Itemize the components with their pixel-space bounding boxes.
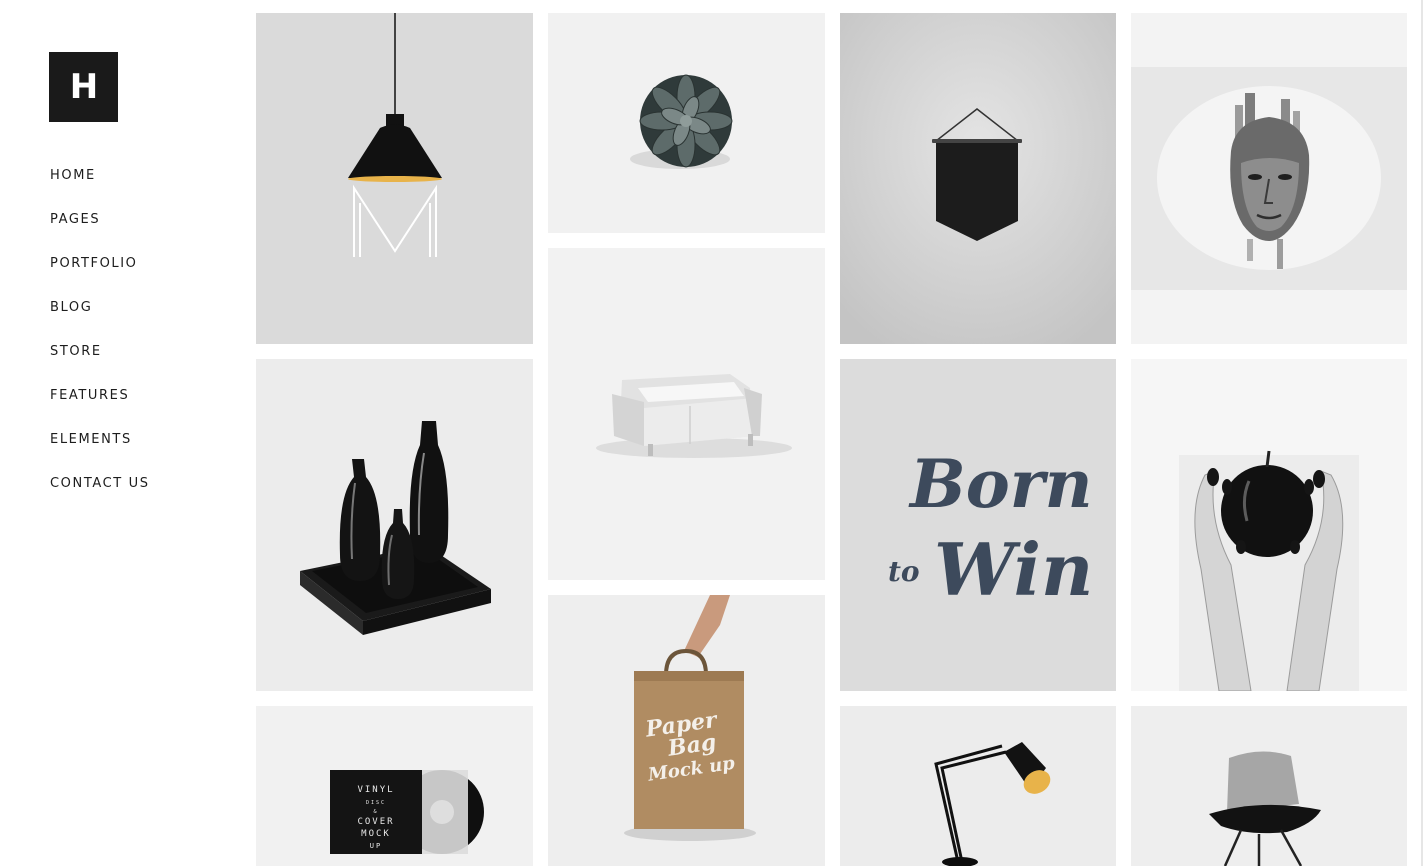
vinyl-cover: COVER: [357, 817, 394, 827]
vinyl-title: VINYL: [357, 785, 394, 795]
chair-image: [1131, 706, 1407, 866]
portfolio-item-sofa[interactable]: [548, 248, 825, 580]
desk-lamp-image: [840, 706, 1116, 866]
lettering-born: Born: [908, 445, 1093, 523]
nav-item-store[interactable]: STORE: [50, 344, 102, 360]
pendant-lamp-image: [256, 13, 533, 344]
vases-image: [256, 359, 533, 691]
succulent-image: [548, 13, 825, 233]
portfolio-item-desk-lamp[interactable]: [840, 706, 1116, 866]
sofa-image: [548, 248, 825, 580]
vinyl-mock: MOCK: [361, 829, 391, 839]
lettering-image: Born to Win: [840, 359, 1116, 691]
vinyl-amp: &: [373, 809, 378, 815]
vinyl-up: UP: [370, 842, 382, 850]
vinyl-image: VINYL DISC & COVER MOCK UP: [256, 706, 533, 866]
portfolio-item-paper-bag[interactable]: Paper Bag Mock up: [548, 595, 825, 866]
nav-item-elements[interactable]: ELEMENTS: [50, 432, 132, 448]
portfolio-item-pennant[interactable]: [840, 13, 1116, 344]
portfolio-item-lettering[interactable]: Born to Win: [840, 359, 1116, 691]
nav-item-contact-us[interactable]: CONTACT US: [50, 476, 150, 492]
portfolio-item-succulent[interactable]: [548, 13, 825, 233]
paper-bag-image: Paper Bag Mock up: [548, 595, 825, 866]
vinyl-disc: DISC: [366, 800, 386, 806]
nav-item-portfolio[interactable]: PORTFOLIO: [50, 256, 138, 272]
sidebar: H HOME PAGES PORTFOLIO BLOG STORE FEATUR…: [0, 0, 240, 866]
portfolio-item-apple[interactable]: [1131, 359, 1407, 691]
portfolio-item-vinyl[interactable]: VINYL DISC & COVER MOCK UP: [256, 706, 533, 866]
apple-hands-image: [1131, 359, 1407, 691]
nav-item-home[interactable]: HOME: [50, 168, 96, 184]
site-logo[interactable]: H: [49, 52, 118, 122]
portfolio-item-pendant-lamp[interactable]: [256, 13, 533, 344]
portfolio-item-chair[interactable]: [1131, 706, 1407, 866]
nav-item-blog[interactable]: BLOG: [50, 300, 92, 316]
pennant-image: [840, 13, 1116, 344]
portfolio-item-portrait[interactable]: [1131, 13, 1407, 344]
logo-letter: H: [69, 67, 98, 107]
portrait-image: [1131, 13, 1407, 344]
main-nav: HOME PAGES PORTFOLIO BLOG STORE FEATURES…: [50, 166, 150, 518]
nav-item-features[interactable]: FEATURES: [50, 388, 129, 404]
nav-item-pages[interactable]: PAGES: [50, 212, 100, 228]
lettering-to: to: [888, 555, 920, 588]
portfolio-item-vases[interactable]: [256, 359, 533, 691]
lettering-win: Win: [934, 527, 1093, 612]
